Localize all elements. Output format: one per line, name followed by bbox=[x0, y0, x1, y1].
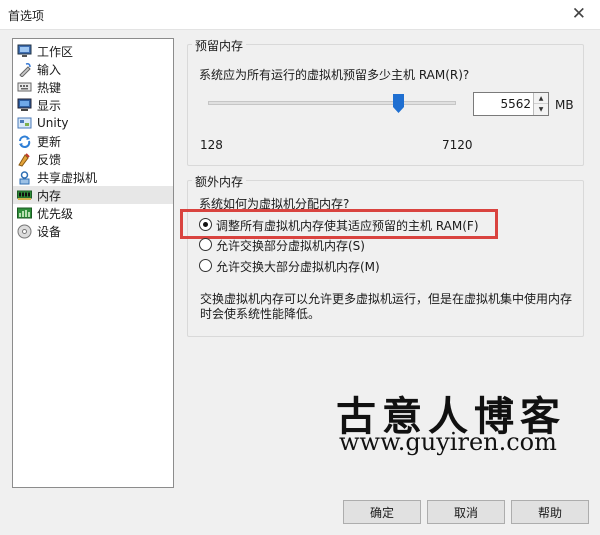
memory-value[interactable]: 5562 bbox=[500, 97, 531, 111]
radio-fit-reserved[interactable] bbox=[199, 218, 212, 231]
sidebar-item-label: 内存 bbox=[37, 188, 62, 203]
memory-spinbox[interactable]: 5562 ▲ ▼ bbox=[473, 92, 549, 116]
sidebar-item-hotkeys[interactable]: 热键 bbox=[13, 78, 173, 96]
radio-swap-some[interactable] bbox=[199, 238, 212, 251]
sidebar-item-input[interactable]: 输入 bbox=[13, 60, 173, 78]
radio-fit-reserved-label[interactable]: 调整所有虚拟机内存使其适应预留的主机 RAM(F) bbox=[216, 217, 479, 234]
extra-memory-title: 额外内存 bbox=[192, 173, 247, 190]
ok-button[interactable]: 确定 bbox=[343, 500, 421, 524]
share-icon bbox=[17, 170, 32, 185]
spin-up-icon[interactable]: ▲ bbox=[534, 93, 548, 104]
help-button[interactable]: 帮助 bbox=[511, 500, 589, 524]
sidebar-item-label: 更新 bbox=[37, 134, 62, 149]
cancel-button[interactable]: 取消 bbox=[427, 500, 505, 524]
priority-icon bbox=[17, 206, 32, 221]
swap-note-line2: 时会使系统性能降低。 bbox=[200, 307, 321, 321]
monitor-icon bbox=[17, 44, 32, 59]
sidebar-item-label: 工作区 bbox=[37, 44, 74, 59]
radio-swap-most-label[interactable]: 允许交换大部分虚拟机内存(M) bbox=[216, 258, 380, 275]
feedback-icon bbox=[17, 152, 32, 167]
close-icon[interactable]: ✕ bbox=[572, 5, 586, 23]
input-icon bbox=[17, 62, 32, 77]
display-icon bbox=[17, 98, 32, 113]
sidebar-item-label: 共享虚拟机 bbox=[37, 170, 98, 185]
sidebar-item-workspace[interactable]: 工作区 bbox=[13, 42, 173, 60]
sidebar-item-feedback[interactable]: 反馈 bbox=[13, 150, 173, 168]
reserved-memory-question: 系统应为所有运行的虚拟机预留多少主机 RAM(R)? bbox=[199, 68, 470, 82]
sidebar: 工作区 输入 热键 显示 Unity 更新 反馈 共享虚拟机 内存 优先级 设备 bbox=[12, 38, 174, 488]
unity-icon bbox=[17, 116, 32, 131]
sidebar-item-display[interactable]: 显示 bbox=[13, 96, 173, 114]
slider-track[interactable] bbox=[208, 101, 456, 105]
sidebar-item-shared-vms[interactable]: 共享虚拟机 bbox=[13, 168, 173, 186]
memory-unit: MB bbox=[555, 98, 574, 112]
slider-max-label: 7120 bbox=[442, 138, 473, 152]
slider-min-label: 128 bbox=[200, 138, 223, 152]
watermark-url: www.guyiren.com bbox=[339, 428, 557, 456]
window-title: 首选项 bbox=[8, 9, 45, 23]
sidebar-item-memory[interactable]: 内存 bbox=[13, 186, 173, 204]
sidebar-item-label: 输入 bbox=[37, 62, 62, 77]
spin-buttons: ▲ ▼ bbox=[533, 93, 548, 115]
slider-thumb[interactable] bbox=[393, 94, 404, 113]
sidebar-item-priority[interactable]: 优先级 bbox=[13, 204, 173, 222]
sidebar-item-updates[interactable]: 更新 bbox=[13, 132, 173, 150]
sidebar-item-label: 反馈 bbox=[37, 152, 62, 167]
sidebar-item-label: 显示 bbox=[37, 98, 62, 113]
radio-swap-most[interactable] bbox=[199, 259, 212, 272]
radio-swap-some-label[interactable]: 允许交换部分虚拟机内存(S) bbox=[216, 237, 365, 254]
sidebar-item-label: 设备 bbox=[37, 224, 62, 239]
sidebar-item-label: Unity bbox=[37, 116, 69, 130]
spin-down-icon[interactable]: ▼ bbox=[534, 104, 548, 115]
sidebar-item-label: 热键 bbox=[37, 80, 62, 95]
device-icon bbox=[17, 224, 32, 239]
sidebar-item-label: 优先级 bbox=[37, 206, 74, 221]
keyboard-icon bbox=[17, 80, 32, 95]
sidebar-item-unity[interactable]: Unity bbox=[13, 114, 173, 132]
sidebar-item-devices[interactable]: 设备 bbox=[13, 222, 173, 240]
memory-icon bbox=[17, 188, 32, 203]
title-bar: 首选项 ✕ bbox=[0, 0, 600, 30]
reserved-memory-title: 预留内存 bbox=[192, 37, 247, 54]
refresh-icon bbox=[17, 134, 32, 149]
